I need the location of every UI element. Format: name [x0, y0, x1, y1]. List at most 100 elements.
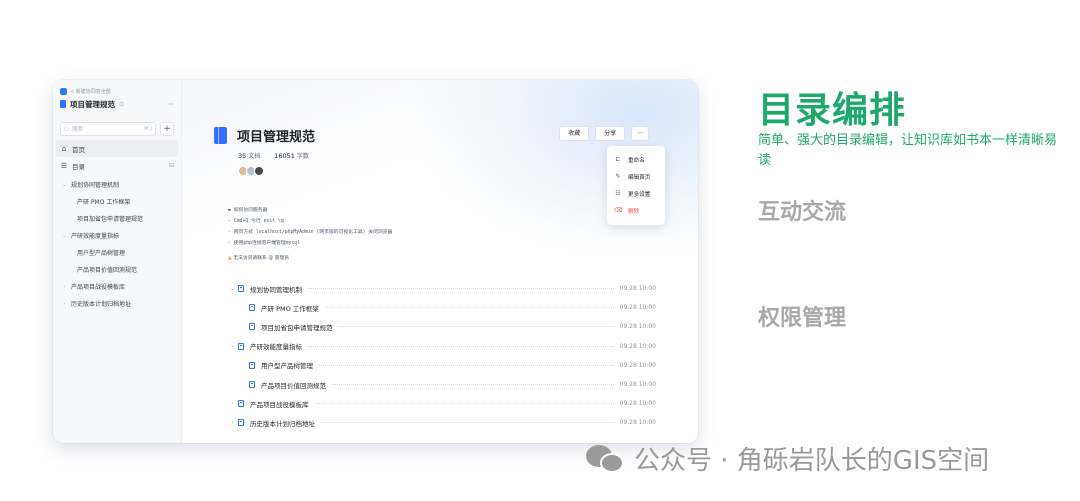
- chevron-down-icon[interactable]: ⌄: [61, 233, 68, 239]
- search-shortcut: ⌘ J: [143, 126, 152, 132]
- sidebar: < 新建协同意全部 项目管理规范 ⊙ ··· ○ 搜索 ⌘ J + ⌂ 首页 ☰…: [53, 80, 182, 443]
- collapse-toggle-icon[interactable]: ⊟: [169, 162, 174, 169]
- sidebar-tree-item-label: 历史版本计划归档地址: [71, 301, 132, 308]
- doc-notes: ▬ 如何访问服务器 - Cmd+Q 今行 exit \q - 网页方式 loca…: [228, 205, 392, 264]
- add-button[interactable]: +: [160, 122, 174, 136]
- note-line: - Cmd+Q 今行 exit \q: [228, 219, 284, 224]
- delete-icon: ⌫: [614, 207, 623, 214]
- menu-item-label: 编辑首页: [628, 174, 651, 181]
- sidebar-tree-item-label: 产品项目价值回测规范: [77, 267, 138, 274]
- sidebar-tree: ⌄ 规划协同管理机制 产研 PMO 工作框架 项目加省包申请管理规范 ⌄ 产研效能度量指标…: [53, 174, 181, 312]
- sidebar-tree-item[interactable]: › 历史版本计划归档地址: [53, 295, 181, 312]
- rename-icon: ⊏: [615, 156, 621, 163]
- book-icon: [60, 100, 66, 108]
- dotted-leader: [319, 364, 614, 366]
- note-line: - 网页方式 localhost/phpMyAdmin (网页版的可视化工具) …: [228, 230, 393, 235]
- sidebar-tree-item[interactable]: › 产品项目战役模板库: [53, 278, 181, 295]
- more-icon[interactable]: ···: [167, 100, 174, 109]
- document-icon: [238, 419, 244, 427]
- sidebar-tree-item-label: 项目加省包申请管理规范: [77, 216, 144, 223]
- sidebar-tree-item[interactable]: ⌄ 规划协同管理机制: [53, 176, 181, 193]
- toc-row[interactable]: ›项目加省包申请管理规范09.28 10:00: [228, 317, 656, 336]
- toc-row-time: 09.28 10:00: [619, 381, 656, 389]
- sidebar-tree-item[interactable]: 产品项目价值回测规范: [53, 261, 181, 278]
- toc-row[interactable]: ⌄ 规划协同管理机制 09.28 10:00: [228, 279, 656, 298]
- watermark: 公众号 · 角砾岩队长的GIS空间: [586, 440, 989, 477]
- sidebar-item-home[interactable]: ⌂ 首页: [56, 140, 178, 157]
- breadcrumb-text[interactable]: < 新建协同意全部: [70, 88, 111, 95]
- avatar: [254, 166, 264, 176]
- sidebar-tree-item[interactable]: 项目加省包申请管理规范: [53, 210, 181, 227]
- menu-item[interactable]: ⌫ 删除: [607, 202, 665, 219]
- sidebar-tree-item-label: 产研效能度量指标: [71, 233, 120, 240]
- sidebar-tree-item-label: 用户型产品树管理: [77, 250, 126, 257]
- chevron-right-icon[interactable]: ›: [228, 401, 237, 407]
- feature-item-interaction: 互动交流: [758, 200, 847, 225]
- menu-item[interactable]: ☷ 更多设置: [607, 185, 665, 202]
- sidebar-item-toc[interactable]: ☰ 目录 ⊟: [53, 157, 181, 174]
- toc-row-time: 09.28 10:00: [619, 285, 656, 293]
- document-icon: [249, 381, 255, 389]
- note-warning: ▲ 无法访问请联系 @ 管理员: [228, 256, 290, 261]
- chevron-down-icon[interactable]: ⌄: [228, 343, 237, 349]
- page-title: 项目管理规范: [237, 130, 316, 145]
- edit-icon: ✎: [615, 173, 621, 180]
- toc-row[interactable]: ›用户型产品树管理09.28 10:00: [228, 356, 656, 375]
- toc-row-time: 09.28 10:00: [619, 361, 656, 369]
- sidebar-tree-item[interactable]: 用户型产品树管理: [53, 244, 181, 261]
- chevron-down-icon[interactable]: ⌄: [228, 286, 237, 292]
- toc-row[interactable]: ⌄ 产研效能度量指标 09.28 10:00: [228, 337, 656, 356]
- collect-button[interactable]: 收藏: [559, 126, 590, 141]
- toc-row[interactable]: › 产品项目战役模板库 09.28 10:00: [228, 394, 656, 413]
- table-of-contents: ⌄ 规划协同管理机制 09.28 10:00 › 产研 PMO 工作框架 09.28 10…: [228, 279, 656, 433]
- share-button[interactable]: 分享: [595, 126, 626, 141]
- toc-row-title: 产研 PMO 工作框架: [261, 304, 319, 313]
- feature-title: 目录编排: [758, 90, 907, 131]
- note-line: - 使用php连接客户端管理mysql: [228, 241, 301, 246]
- note-heading: ▬ 如何访问服务器: [228, 208, 268, 213]
- toc-row-time: 09.28 10:00: [619, 400, 656, 408]
- sidebar-tree-item[interactable]: 产研 PMO 工作框架: [53, 193, 181, 210]
- toc-row-time: 09.28 10:00: [619, 304, 656, 312]
- member-avatars[interactable]: [238, 166, 654, 176]
- doc-header: 项目管理规范 收藏 分享 ··· 35 文档 16051 字数: [214, 126, 654, 176]
- menu-item[interactable]: ✎ 编辑首页: [607, 168, 665, 185]
- stage: < 新建协同意全部 项目管理规范 ⊙ ··· ○ 搜索 ⌘ J + ⌂ 首页 ☰…: [0, 0, 1080, 501]
- toc-row[interactable]: ›产品项目价值回测规范09.28 10:00: [228, 375, 656, 394]
- words-count: 16051: [274, 152, 295, 160]
- docs-count: 35: [238, 152, 247, 160]
- document-icon: [238, 342, 244, 350]
- doc-actions: 收藏 分享 ···: [559, 126, 649, 141]
- dotted-leader: [324, 307, 614, 309]
- toc-row[interactable]: ›产研 PMO 工作框架09.28 10:00: [228, 298, 656, 317]
- knowledge-base-title-text: 项目管理规范: [70, 99, 115, 109]
- menu-item[interactable]: ⊏ 重命名: [607, 151, 665, 168]
- search-placeholder: 搜索: [71, 127, 83, 133]
- document-icon: [238, 400, 244, 408]
- toc-row-time: 09.28 10:00: [619, 323, 656, 331]
- wechat-icon: [586, 443, 626, 475]
- knowledge-base-book-icon: [214, 127, 227, 144]
- chevron-right-icon[interactable]: ›: [228, 420, 237, 426]
- knowledge-base-title[interactable]: 项目管理规范 ⊙ ···: [53, 96, 181, 112]
- search-input[interactable]: ○ 搜索 ⌘ J: [60, 122, 156, 136]
- doc-title-row: 项目管理规范 收藏 分享 ···: [214, 126, 654, 145]
- chevron-right-icon[interactable]: ›: [61, 284, 68, 290]
- dotted-leader: [314, 403, 614, 405]
- toc-row[interactable]: › 历史版本计划归档地址 09.28 10:00: [228, 413, 656, 432]
- document-icon: [249, 361, 255, 369]
- settings-icon: ☷: [615, 190, 621, 197]
- home-icon: ⌂: [61, 144, 67, 153]
- menu-item-label: 重命名: [628, 157, 645, 164]
- watermark-text: 公众号 · 角砾岩队长的GIS空间: [634, 446, 990, 476]
- toc-row-time: 09.28 10:00: [619, 419, 656, 427]
- more-button[interactable]: ···: [631, 126, 649, 141]
- toc-row-title: 产研效能度量指标: [250, 343, 302, 352]
- document-icon: [249, 304, 255, 312]
- chevron-right-icon[interactable]: ›: [61, 301, 68, 307]
- sidebar-tree-item[interactable]: ⌄ 产研效能度量指标: [53, 227, 181, 244]
- dotted-leader: [308, 345, 614, 347]
- breadcrumb[interactable]: < 新建协同意全部: [53, 87, 181, 96]
- chevron-down-icon[interactable]: ⌄: [61, 182, 68, 188]
- words-label: 字数: [296, 153, 309, 160]
